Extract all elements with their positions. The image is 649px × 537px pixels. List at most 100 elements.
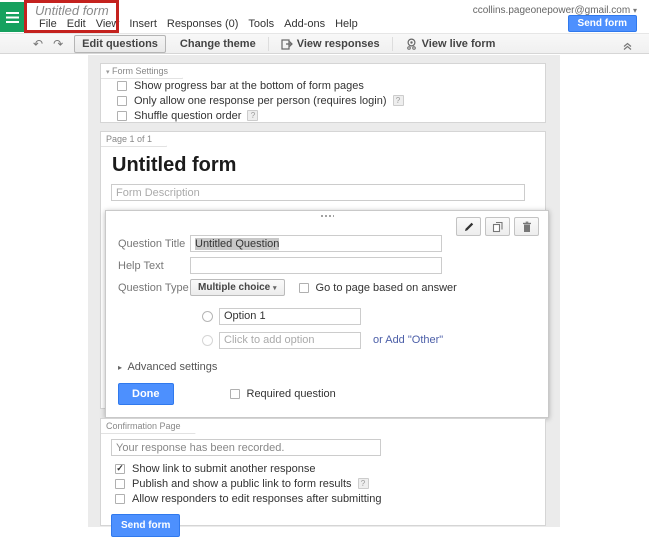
confirm-option-label: Allow responders to edit responses after…	[132, 493, 381, 505]
duplicate-question-button[interactable]	[485, 217, 510, 236]
done-row: Done ✓ Required question	[118, 383, 548, 405]
view-responses-label: View responses	[297, 38, 380, 50]
confirm-row-edit-responses: ✓ Allow responders to edit responses aft…	[115, 492, 545, 505]
forms-app-icon[interactable]	[0, 2, 25, 32]
form-title[interactable]: Untitled form	[112, 154, 545, 177]
edit-questions-button[interactable]: Edit questions	[74, 35, 166, 53]
menu-lines-icon	[6, 12, 19, 23]
help-text-input[interactable]	[190, 257, 442, 274]
menu-tools[interactable]: Tools	[243, 17, 279, 31]
send-form-button-header[interactable]: Send form	[568, 15, 637, 32]
view-live-form-button[interactable]: View live form	[397, 36, 504, 52]
menu-help[interactable]: Help	[330, 17, 363, 31]
add-other-link[interactable]: or Add "Other"	[373, 334, 443, 346]
chevron-down-icon: ▾	[633, 6, 637, 15]
setting-label: Only allow one response per person (requ…	[134, 95, 387, 107]
done-button[interactable]: Done	[118, 383, 174, 405]
confirm-option-label: Show link to submit another response	[132, 463, 315, 475]
option-row-1	[202, 307, 548, 325]
menu-responses[interactable]: Responses (0)	[162, 17, 244, 31]
question-title-value: Untitled Question	[195, 238, 279, 250]
drag-handle-icon[interactable]	[320, 214, 334, 218]
publish-results-checkbox[interactable]: ✓	[115, 479, 125, 489]
go-to-page-label: Go to page based on answer	[316, 282, 457, 294]
question-type-dropdown[interactable]: Multiple choice ▾	[190, 279, 285, 296]
question-title-label: Question Title	[118, 238, 190, 250]
change-theme-button[interactable]: Change theme	[172, 36, 264, 52]
undo-icon[interactable]: ↶	[33, 38, 43, 50]
confirm-row-publish: ✓ Publish and show a public link to form…	[115, 477, 545, 490]
help-text-row: Help Text	[118, 257, 548, 274]
question-title-input[interactable]: Untitled Question	[190, 235, 442, 252]
confirm-row-show-link: ✓ Show link to submit another response	[115, 462, 545, 475]
required-question-checkbox[interactable]: ✓	[230, 389, 240, 399]
view-live-form-label: View live form	[422, 38, 496, 50]
trash-icon	[521, 221, 533, 233]
confirm-option-label: Publish and show a public link to form r…	[132, 478, 352, 490]
form-description-input[interactable]	[111, 184, 525, 201]
add-option-input[interactable]	[219, 332, 361, 349]
required-question-option: ✓ Required question	[230, 388, 336, 400]
form-settings-panel: ▾ Form Settings ✓ Show progress bar at t…	[100, 63, 546, 123]
send-form-button-bottom[interactable]: Send form	[111, 514, 180, 537]
go-to-page-option: ✓ Go to page based on answer	[299, 282, 457, 294]
menu-addons[interactable]: Add-ons	[279, 17, 330, 31]
document-title[interactable]: Untitled form	[35, 3, 109, 18]
menu-bar: FileEditViewInsertResponses (0)ToolsAdd-…	[34, 17, 363, 31]
setting-row-progress-bar: ✓ Show progress bar at the bottom of for…	[117, 79, 545, 92]
editor-canvas: ▾ Form Settings ✓ Show progress bar at t…	[88, 55, 560, 527]
collapse-toolbar-icon[interactable]	[622, 38, 633, 56]
page-panel: Page 1 of 1 Untitled form	[100, 131, 546, 409]
question-edit-card: Question Title Untitled Question Help Te…	[105, 210, 549, 418]
help-icon[interactable]: ?	[393, 95, 404, 106]
redo-icon[interactable]: ↷	[53, 38, 63, 50]
chevron-down-icon: ▾	[273, 285, 277, 292]
option-1-input[interactable]	[219, 308, 361, 325]
form-settings-tab-label: Form Settings	[112, 66, 168, 76]
spreadsheet-export-icon	[281, 38, 293, 50]
required-question-label: Required question	[247, 388, 336, 400]
menu-insert[interactable]: Insert	[124, 17, 162, 31]
page-tab[interactable]: Page 1 of 1	[101, 132, 167, 147]
menu-edit[interactable]: Edit	[62, 17, 91, 31]
menu-file[interactable]: File	[34, 17, 62, 31]
shuffle-checkbox[interactable]: ✓	[117, 111, 127, 121]
view-responses-button[interactable]: View responses	[273, 36, 388, 52]
question-type-row: Question Type Multiple choice ▾ ✓ Go to …	[118, 279, 548, 296]
chevron-down-icon: ▾	[106, 69, 110, 76]
add-option-radio[interactable]	[202, 335, 213, 346]
delete-question-button[interactable]	[514, 217, 539, 236]
confirmation-page-tab-label: Confirmation Page	[106, 421, 181, 431]
advanced-settings-toggle[interactable]: ▸ Advanced settings	[118, 361, 548, 373]
advanced-settings-label: Advanced settings	[127, 361, 217, 373]
one-response-checkbox[interactable]: ✓	[117, 96, 127, 106]
option-row-add: or Add "Other"	[202, 331, 548, 349]
question-actions	[456, 217, 539, 236]
chevron-right-icon: ▸	[118, 363, 122, 372]
confirmation-page-tab[interactable]: Confirmation Page	[101, 419, 196, 434]
page-tab-label: Page 1 of 1	[106, 134, 152, 144]
question-type-label: Question Type	[118, 282, 190, 294]
form-settings-tab[interactable]: ▾ Form Settings	[101, 64, 183, 79]
show-link-checkbox[interactable]: ✓	[115, 464, 125, 474]
help-text-label: Help Text	[118, 260, 190, 272]
google-forms-editor: Untitled form FileEditViewInsertResponse…	[0, 0, 649, 527]
help-icon[interactable]: ?	[358, 478, 369, 489]
menu-view[interactable]: View	[91, 17, 125, 31]
edit-responses-checkbox[interactable]: ✓	[115, 494, 125, 504]
pencil-icon	[463, 221, 475, 233]
setting-label: Shuffle question order	[134, 110, 241, 122]
setting-row-shuffle: ✓ Shuffle question order ?	[117, 109, 545, 122]
toolbar: ↶ ↷ Edit questions Change theme View res…	[0, 33, 649, 54]
edit-question-button[interactable]	[456, 217, 481, 236]
duplicate-icon	[492, 221, 504, 233]
setting-label: Show progress bar at the bottom of form …	[134, 80, 364, 92]
eye-icon	[405, 38, 418, 50]
go-to-page-checkbox[interactable]: ✓	[299, 283, 309, 293]
option-radio[interactable]	[202, 311, 213, 322]
confirmation-message-input[interactable]	[111, 439, 381, 456]
confirmation-page-panel: Confirmation Page ✓ Show link to submit …	[100, 418, 546, 526]
header: Untitled form FileEditViewInsertResponse…	[0, 0, 649, 33]
progress-bar-checkbox[interactable]: ✓	[117, 81, 127, 91]
help-icon[interactable]: ?	[247, 110, 258, 121]
